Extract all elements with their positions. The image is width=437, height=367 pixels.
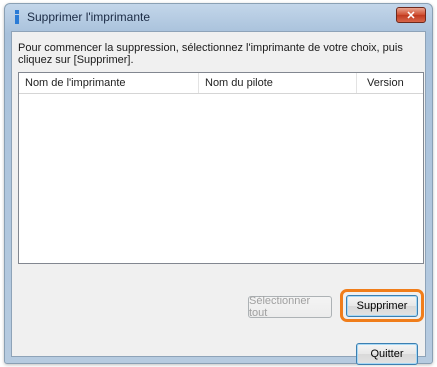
column-header-driver-name[interactable]: Nom du pilote [199, 73, 357, 93]
close-button[interactable]: ✕ [396, 7, 426, 23]
printer-list[interactable]: Nom de l'imprimante Nom du pilote Versio… [18, 72, 424, 264]
printer-info-icon [12, 10, 22, 24]
list-header: Nom de l'imprimante Nom du pilote Versio… [19, 73, 423, 94]
quit-button[interactable]: Quitter [356, 343, 418, 365]
column-header-printer-name[interactable]: Nom de l'imprimante [19, 73, 199, 93]
select-all-button[interactable]: Sélectionner tout [248, 295, 332, 319]
delete-button[interactable]: Supprimer [346, 295, 418, 317]
column-header-version[interactable]: Version [357, 73, 423, 93]
instruction-text: Pour commencer la suppression, sélection… [18, 42, 403, 66]
close-icon: ✕ [406, 9, 416, 22]
dialog-window: Supprimer l'imprimante ✕ Pour commencer … [4, 3, 433, 365]
dialog-content: Pour commencer la suppression, sélection… [11, 31, 426, 365]
title-bar[interactable]: Supprimer l'imprimante ✕ [5, 4, 432, 30]
window-title: Supprimer l'imprimante [27, 10, 150, 24]
